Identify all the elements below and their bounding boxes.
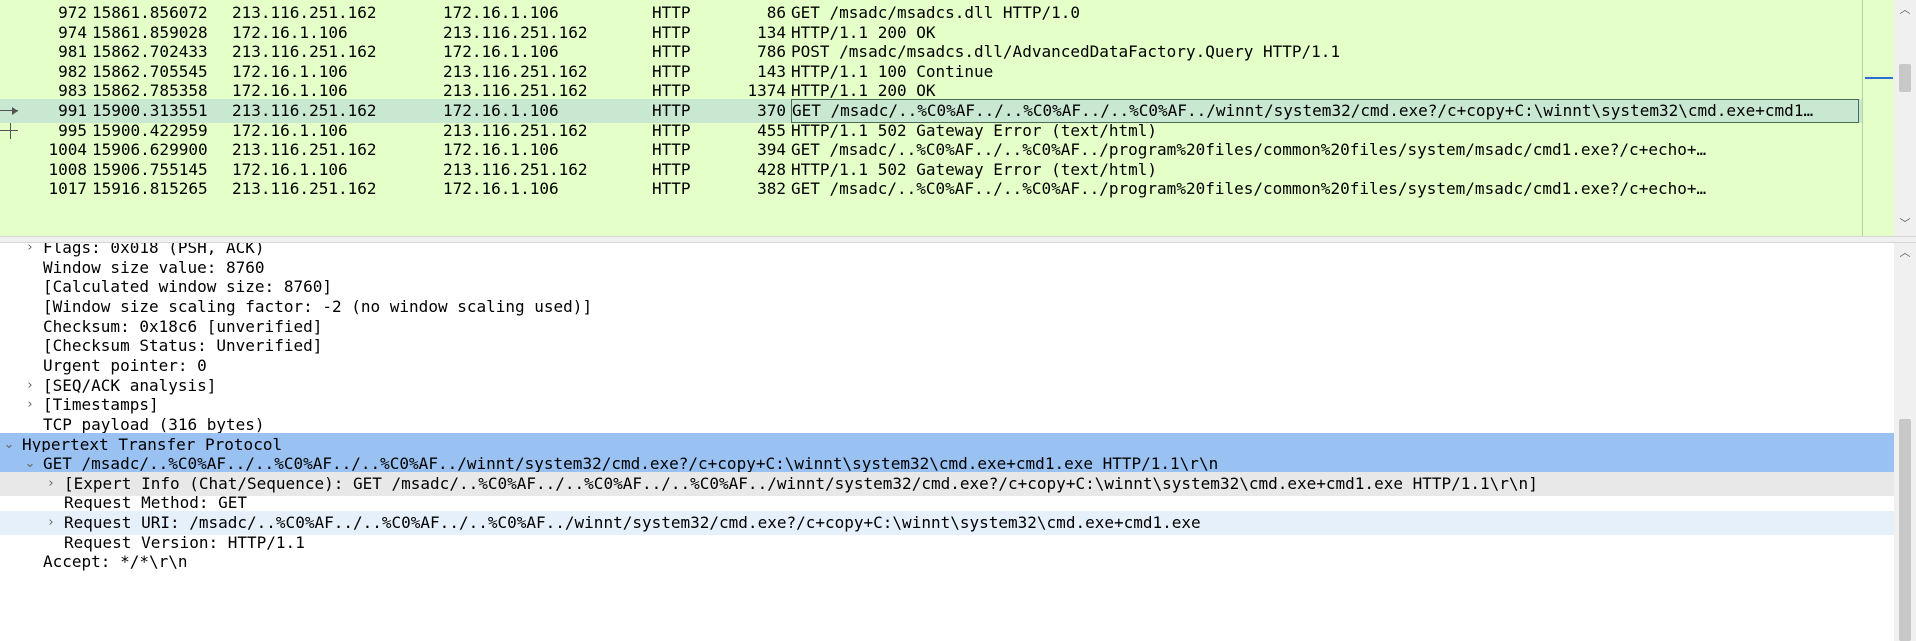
detail-tree-item[interactable]: Accept: */*\r\n — [0, 550, 1894, 574]
packet-row[interactable]: 1017 15916.815265 213.116.251.162 172.16.1.… — [0, 177, 1862, 201]
packet-details-pane[interactable]: › Flags: 0x018 (PSH, ACK) Window size valu… — [0, 243, 1916, 641]
packet-details-tree[interactable]: › Flags: 0x018 (PSH, ACK) Window size valu… — [0, 243, 1894, 641]
scroll-down-icon[interactable]: ﹀ — [1899, 218, 1911, 230]
packet-list-rows[interactable]: 972 15861.856072 213.116.251.162 172.16.1.1… — [0, 0, 1862, 236]
packet-minimap[interactable] — [1862, 0, 1895, 236]
scroll-up-icon[interactable]: ︿ — [1899, 247, 1911, 259]
packet-details-scrollbar[interactable]: ︿ — [1894, 243, 1916, 641]
scroll-up-icon[interactable]: ︿ — [1899, 4, 1911, 16]
packet-list-scrollbar[interactable]: ︿ ﹀ — [1894, 0, 1916, 236]
packet-number: 1017 — [48, 179, 87, 199]
packet-list-pane[interactable]: 972 15861.856072 213.116.251.162 172.16.1.1… — [0, 0, 1916, 236]
packet-source: 213.116.251.162 — [232, 179, 377, 199]
packet-time: 15916.815265 — [92, 179, 208, 199]
packet-list-scroll-thumb[interactable] — [1899, 64, 1911, 92]
packet-destination: 172.16.1.106 — [443, 179, 559, 199]
packet-length: 382 — [757, 179, 786, 199]
pane-splitter[interactable] — [0, 236, 1916, 243]
packet-info: GET /msadc/..%C0%AF../..%C0%AF../program… — [791, 179, 1707, 199]
packet-details-scroll-thumb[interactable] — [1899, 419, 1911, 641]
minimap-selection-marker — [1865, 77, 1893, 79]
detail-field-text: Accept: */*\r\n — [43, 552, 188, 572]
